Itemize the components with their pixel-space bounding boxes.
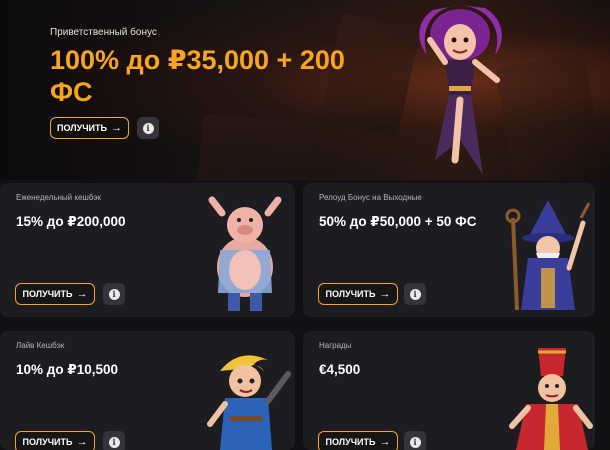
bonus-card-weekly-cashback: Еженедельный кешбэк 15% до ₽200,000 ПОЛУ… — [0, 183, 295, 317]
pig-character — [208, 196, 282, 311]
bonus-card-weekend-reload: Релоуд Бонус на Выходные 50% до ₽50,000 … — [303, 183, 595, 317]
claim-button-label: ПОЛУЧИТЬ — [325, 289, 376, 299]
card-label: Лайв Кешбэк — [16, 341, 65, 350]
info-button[interactable]: i — [404, 431, 426, 450]
arrow-right-icon: → — [379, 436, 391, 448]
arrow-right-icon: → — [110, 122, 122, 134]
background-rock — [197, 114, 343, 180]
card-title: 10% до ₽10,500 — [16, 362, 119, 377]
wizard-character — [505, 200, 591, 311]
claim-button[interactable]: ПОЛУЧИТЬ → — [15, 283, 95, 305]
arrow-right-icon: → — [76, 436, 88, 448]
info-button[interactable]: i — [103, 431, 125, 450]
claim-button[interactable]: ПОЛУЧИТЬ → — [15, 431, 95, 450]
welcome-bonus-banner: Приветственный бонус 100% до ₽35,000 + 2… — [0, 0, 610, 180]
hero-claim-button[interactable]: ПОЛУЧИТЬ → — [50, 117, 129, 139]
bonus-card-rewards: Награды €4,500 ПОЛУЧИТЬ → i — [303, 331, 595, 450]
info-icon: i — [108, 436, 120, 448]
hero-info-button[interactable]: i — [137, 117, 159, 139]
card-title: €4,500 — [319, 362, 361, 377]
info-icon: i — [108, 288, 120, 300]
card-label: Релоуд Бонус на Выходные — [319, 193, 422, 202]
info-button[interactable]: i — [103, 283, 125, 305]
claim-button-label: ПОЛУЧИТЬ — [22, 289, 73, 299]
card-title: 15% до ₽200,000 — [16, 214, 126, 229]
monk-character — [509, 348, 593, 450]
claim-button[interactable]: ПОЛУЧИТЬ → — [318, 283, 398, 305]
info-icon: i — [409, 288, 421, 300]
arrow-right-icon: → — [379, 288, 391, 300]
info-icon: i — [142, 122, 154, 134]
sorceress-character — [419, 5, 502, 175]
hero-subtitle: Приветственный бонус — [50, 27, 157, 38]
hero-title: 100% до ₽35,000 + 200 ФС — [50, 45, 345, 107]
claim-button-label: ПОЛУЧИТЬ — [57, 123, 107, 133]
boy-hero-character — [207, 355, 291, 450]
card-label: Еженедельный кешбэк — [16, 193, 101, 202]
bonus-card-live-cashback: Лайв Кешбэк 10% до ₽10,500 ПОЛУЧИТЬ → i — [0, 331, 295, 450]
claim-button-label: ПОЛУЧИТЬ — [325, 437, 376, 447]
arrow-right-icon: → — [76, 288, 88, 300]
info-button[interactable]: i — [404, 283, 426, 305]
claim-button[interactable]: ПОЛУЧИТЬ → — [318, 431, 398, 450]
card-label: Награды — [319, 341, 352, 350]
info-icon: i — [409, 436, 421, 448]
card-title: 50% до ₽50,000 + 50 ФС — [319, 214, 477, 229]
claim-button-label: ПОЛУЧИТЬ — [22, 437, 73, 447]
